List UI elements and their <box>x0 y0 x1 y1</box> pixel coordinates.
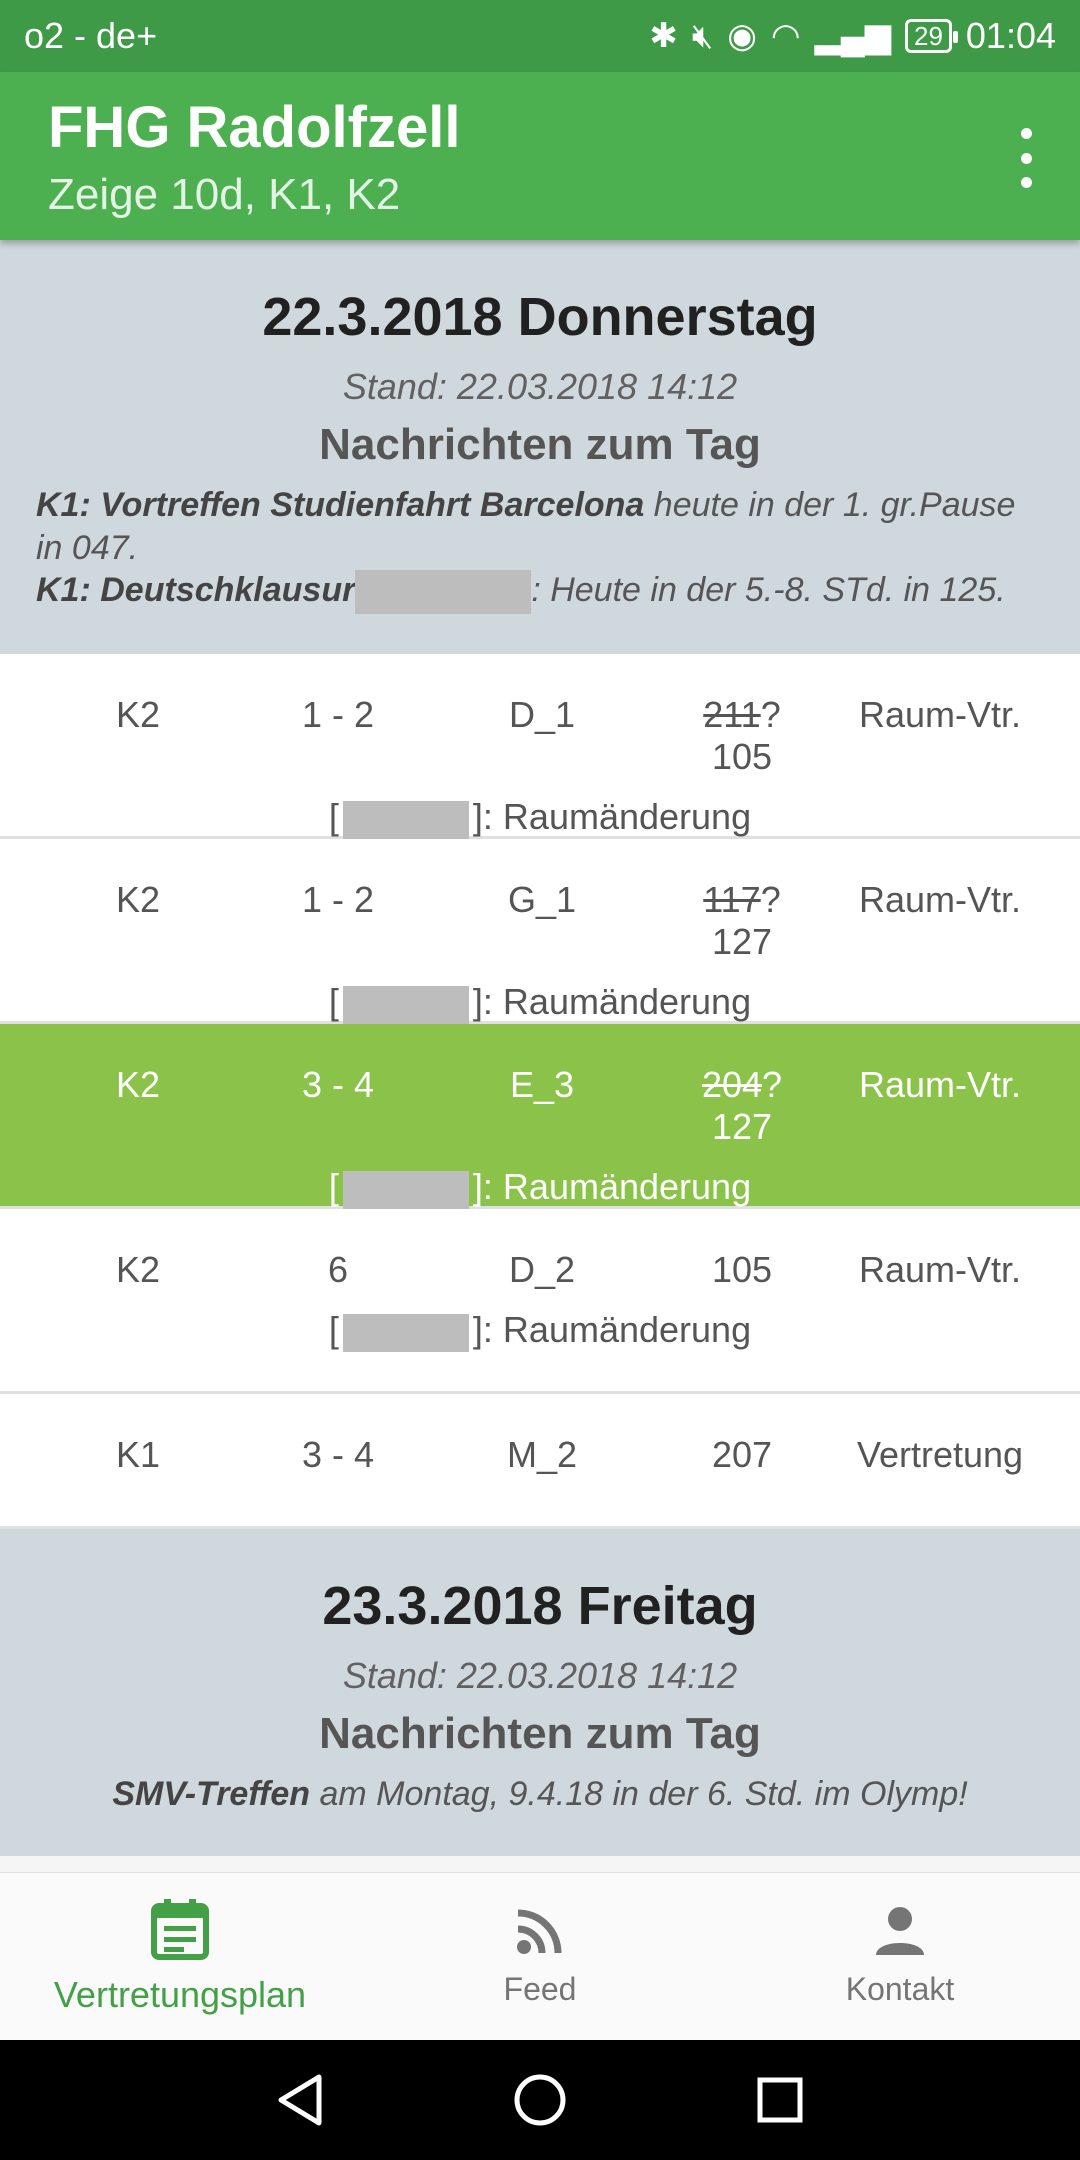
room-cell: 211?105 <box>684 694 800 778</box>
news-1-text: am Montag, 9.4.18 in der 6. Std. im Olym… <box>310 1775 968 1814</box>
redacted-block <box>342 1170 469 1209</box>
day-header: 23.3.2018 Freitag Stand: 22.03.2018 14:1… <box>0 1529 1080 1856</box>
subject-cell: E_3 <box>509 1064 575 1106</box>
clock: 01:04 <box>965 15 1056 56</box>
nav-kontakt[interactable]: Kontakt <box>720 1873 1080 2040</box>
subject-cell: D_1 <box>508 694 576 736</box>
calendar-icon <box>151 1898 209 1960</box>
table-row[interactable]: K2 1 - 2 G_1 117?127 Raum-Vtr. []: Raumä… <box>0 839 1080 1025</box>
nav-label: Feed <box>503 1971 577 2007</box>
overflow-menu-icon[interactable] <box>1008 128 1044 188</box>
row-note: []: Raumänderung <box>328 981 752 1024</box>
row-note: []: Raumänderung <box>328 1309 752 1352</box>
rss-icon <box>514 1905 566 1957</box>
status-bar: o2 - de+ ✱ 🔇︎ ◉ ◠ ▂▄▆ 29 01:04 <box>0 0 1080 72</box>
subject-cell: M_2 <box>506 1434 578 1476</box>
day-title: 22.3.2018 Donnerstag <box>262 287 818 347</box>
nav-vertretungsplan[interactable]: Vertretungsplan <box>0 1873 360 2040</box>
period-cell: 1 - 2 <box>301 879 375 921</box>
type-cell: Vertretung <box>856 1434 1024 1476</box>
class-cell: K1 <box>115 1434 161 1476</box>
person-icon <box>874 1905 926 1957</box>
news-1-bold: SMV-Treffen <box>112 1775 311 1814</box>
redacted-block <box>342 1313 469 1352</box>
period-cell: 3 - 4 <box>301 1434 375 1476</box>
room-cell: 117?127 <box>684 879 800 963</box>
day-title: 23.3.2018 Freitag <box>322 1576 758 1637</box>
bluetooth-icon: ✱ <box>649 17 678 55</box>
old-room: 204 <box>701 1064 763 1106</box>
type-cell: Raum-Vtr. <box>858 879 1022 921</box>
room-cell: 207 <box>684 1434 800 1476</box>
recents-icon[interactable] <box>745 2065 815 2135</box>
class-cell: K2 <box>115 694 161 736</box>
table-row-highlighted[interactable]: K2 3 - 4 E_3 204?127 Raum-Vtr. []: Raumä… <box>0 1024 1080 1210</box>
class-cell: K2 <box>115 879 161 921</box>
type-cell: Raum-Vtr. <box>858 694 1022 736</box>
room-cell: 204?127 <box>684 1064 800 1148</box>
type-cell: Raum-Vtr. <box>858 1249 1022 1291</box>
bottom-navigation: Vertretungsplan Feed Kontakt <box>0 1872 1080 2040</box>
news-1-bold: K1: Vortreffen Studienfahrt Barcelona <box>36 486 645 524</box>
subject-cell: D_2 <box>508 1249 576 1291</box>
news-text: SMV-Treffen am Montag, 9.4.18 in der 6. … <box>36 1773 1044 1816</box>
nav-label: Vertretungsplan <box>53 1973 307 2015</box>
home-icon[interactable] <box>505 2065 575 2135</box>
news-2-text: : Heute in der 5.-8. STd. in 125. <box>531 571 1006 609</box>
carrier-label: o2 - de+ <box>24 15 158 56</box>
type-cell: Raum-Vtr. <box>858 1064 1022 1106</box>
stand-timestamp: Stand: 22.03.2018 14:12 <box>342 1655 738 1697</box>
app-subtitle: Zeige 10d, K1, K2 <box>48 169 401 219</box>
news-title: Nachrichten zum Tag <box>319 420 761 469</box>
redacted-block <box>342 985 469 1024</box>
old-room: 211 <box>703 694 761 736</box>
news-title: Nachrichten zum Tag <box>319 1709 761 1759</box>
redacted-block <box>355 570 532 615</box>
table-row[interactable]: K2 1 - 2 D_1 211?105 Raum-Vtr. []: Raumä… <box>0 654 1080 840</box>
new-room: 207 <box>711 1434 773 1476</box>
row-note: []: Raumänderung <box>328 796 752 839</box>
app-title: FHG Radolfzell <box>48 95 461 160</box>
mute-icon: 🔇︎ <box>691 17 714 55</box>
substitution-list[interactable]: 22.3.2018 Donnerstag Stand: 22.03.2018 1… <box>0 240 1080 1872</box>
row-note: []: Raumänderung <box>328 1166 752 1209</box>
news-2-bold: K1: Deutschklausur <box>36 571 356 609</box>
battery-icon: 29 <box>904 19 958 53</box>
note-text: : Raumänderung <box>482 981 752 1023</box>
table-row[interactable]: K2 6 D_2 105 Raum-Vtr. []: Raumänderung <box>0 1209 1080 1395</box>
nav-feed[interactable]: Feed <box>360 1873 720 2040</box>
period-cell: 6 <box>327 1249 349 1291</box>
old-room: 117 <box>703 879 761 921</box>
class-cell: K2 <box>115 1249 161 1291</box>
note-text: : Raumänderung <box>482 1166 752 1208</box>
redacted-block <box>342 800 469 839</box>
nav-label: Kontakt <box>845 1971 955 2007</box>
stand-timestamp: Stand: 22.03.2018 14:12 <box>342 366 738 407</box>
table-row[interactable]: K1 3 - 4 M_2 207 Vertretung <box>0 1394 1080 1530</box>
room-cell: 105 <box>684 1249 800 1291</box>
wifi-icon: ◠ <box>770 17 801 55</box>
period-cell: 1 - 2 <box>301 694 375 736</box>
note-text: : Raumänderung <box>482 796 752 838</box>
class-cell: K2 <box>115 1064 161 1106</box>
eye-icon: ◉ <box>727 17 757 55</box>
subject-cell: G_1 <box>507 879 577 921</box>
note-text: : Raumänderung <box>482 1309 752 1351</box>
signal-icon: ▂▄▆ <box>814 17 891 55</box>
day-header: 22.3.2018 Donnerstag Stand: 22.03.2018 1… <box>0 240 1080 655</box>
news-text: K1: Vortreffen Studienfahrt Barcelona he… <box>36 484 1044 615</box>
app-bar: FHG Radolfzell Zeige 10d, K1, K2 <box>0 72 1080 240</box>
period-cell: 3 - 4 <box>301 1064 375 1106</box>
new-room: 105 <box>711 1249 773 1291</box>
back-icon[interactable] <box>265 2065 335 2135</box>
system-navigation-bar <box>0 2040 1080 2160</box>
